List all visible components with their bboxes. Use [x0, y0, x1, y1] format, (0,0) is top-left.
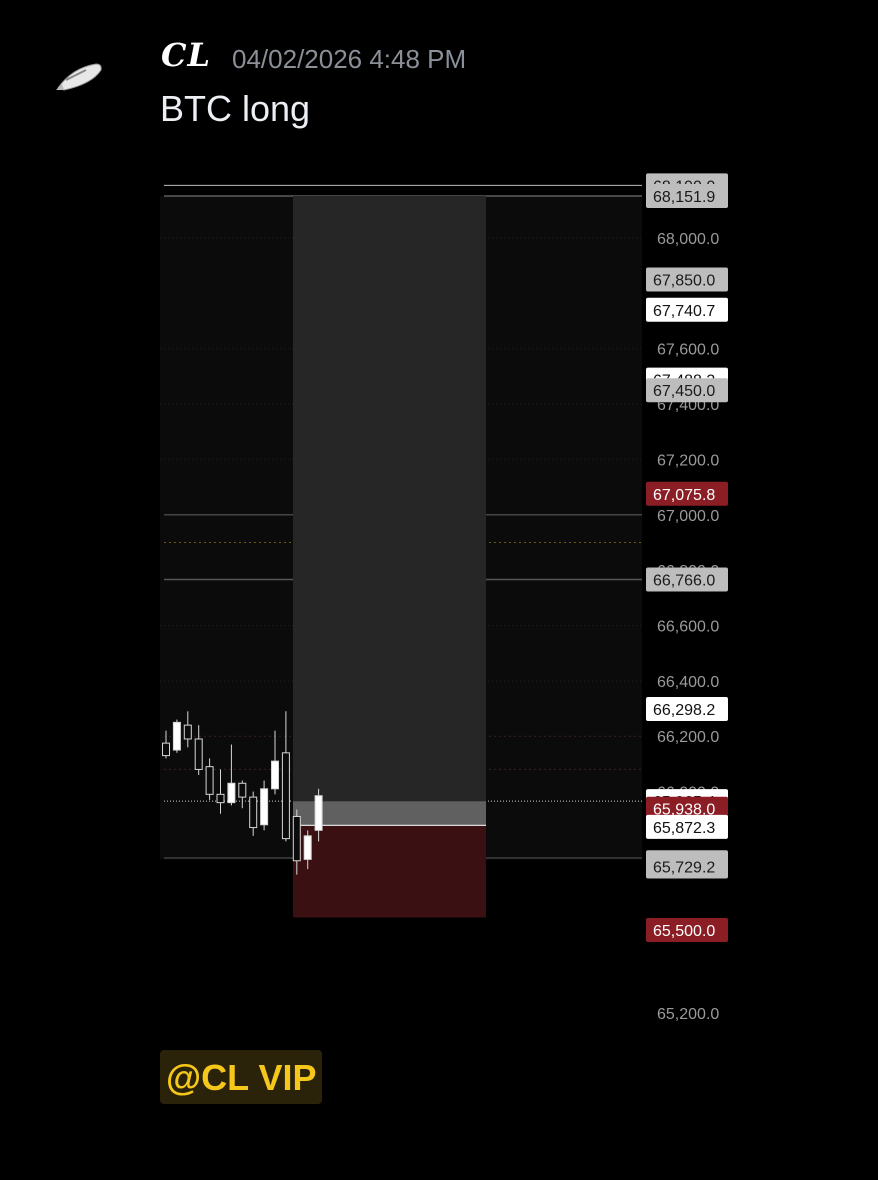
candle-body	[162, 742, 170, 757]
price-label: 65,500.0	[653, 923, 715, 940]
axis-tick-label: 67,200.0	[657, 452, 719, 469]
rocket-icon	[56, 63, 102, 91]
candle-body	[271, 760, 279, 790]
candle-body	[281, 752, 290, 840]
candle-body	[205, 766, 214, 795]
price-label: 66,766.0	[653, 573, 715, 590]
axis-tick-label: 66,200.0	[657, 729, 719, 746]
candle-body	[194, 738, 203, 770]
price-label: 67,075.8	[653, 487, 715, 504]
candle-body	[216, 793, 225, 804]
price-label: 68,151.9	[653, 189, 715, 206]
candle-body	[172, 721, 181, 751]
candle-body	[249, 796, 258, 829]
candle-body	[183, 724, 192, 740]
price-label: 67,740.7	[653, 303, 715, 320]
take-profit-zone[interactable]	[293, 195, 486, 826]
vip-tag[interactable]: @CL VIP	[160, 1050, 323, 1104]
avatar[interactable]	[52, 58, 106, 94]
axis-tick-label: 66,400.0	[657, 674, 719, 691]
price-chart: 68,000.067,600.067,400.067,200.067,000.0…	[160, 173, 728, 1023]
message-text: BTC long	[160, 88, 311, 129]
axis-tick-label: 67,000.0	[657, 508, 719, 525]
axis-tick-label: 65,200.0	[657, 1006, 719, 1023]
price-label: 65,872.3	[653, 820, 715, 837]
stop-loss-zone[interactable]	[293, 825, 486, 918]
price-label: 65,729.2	[653, 860, 715, 877]
candle-body	[314, 795, 323, 831]
candle-body	[292, 815, 301, 862]
axis-tick-label: 66,600.0	[657, 619, 719, 636]
candle-body	[260, 788, 269, 826]
chart-screenshot: 68,000.0 67,600.0 67,400.0 67,200.0 67,000.0…	[160, 150, 738, 1030]
price-label: 67,450.0	[653, 383, 715, 400]
candle-body	[238, 782, 247, 798]
author-name[interactable]: CL	[161, 36, 211, 74]
price-label: 66,298.2	[653, 702, 715, 719]
axis-tick-label: 68,000.0	[657, 231, 719, 248]
candle-body	[227, 782, 236, 804]
axis-tick-label: 67,600.0	[657, 342, 719, 359]
price-label: 67,850.0	[653, 273, 715, 290]
timestamp: 04/02/2026 4:48 PM	[232, 44, 467, 74]
candle-body	[303, 835, 312, 860]
